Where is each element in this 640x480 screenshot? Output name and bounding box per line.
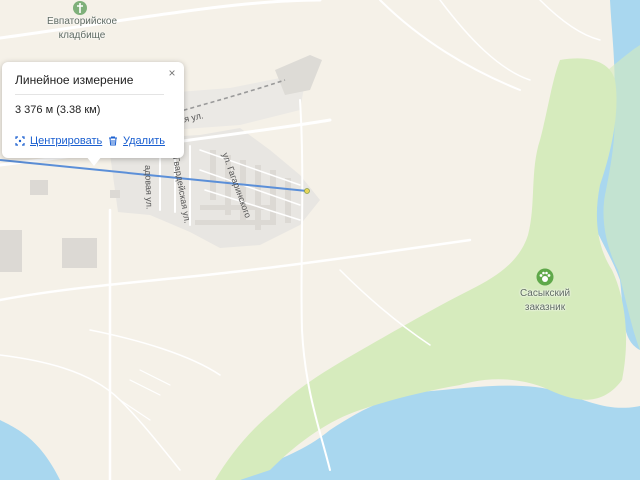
delete-button[interactable]: Удалить [108,135,165,147]
popup-tail [86,156,102,166]
trash-icon [108,136,118,146]
reserve-label[interactable]: Сасыкский заказник [505,287,585,315]
measurement-endpoint [304,188,310,194]
center-icon [15,136,25,146]
measurement-popup: Линейное измерение × 3 376 м (3.38 км) Ц… [2,62,184,158]
paw-icon[interactable] [536,268,554,286]
map-canvas[interactable]: Евпаторийское кладбище Сасыкский заказни… [0,0,640,480]
popup-title: Линейное измерение [15,73,134,87]
center-button[interactable]: Центрировать [15,135,102,147]
distance-value: 3 376 м (3.38 км) [15,104,101,116]
cemetery-label[interactable]: Евпаторийское кладбище [34,15,130,43]
close-icon[interactable]: × [164,65,180,81]
street-label-2: адовая ул. [143,164,155,210]
center-button-label: Центрировать [30,135,103,147]
popup-divider [15,94,164,95]
delete-button-label: Удалить [123,135,165,147]
cemetery-pin-icon[interactable] [72,0,88,16]
